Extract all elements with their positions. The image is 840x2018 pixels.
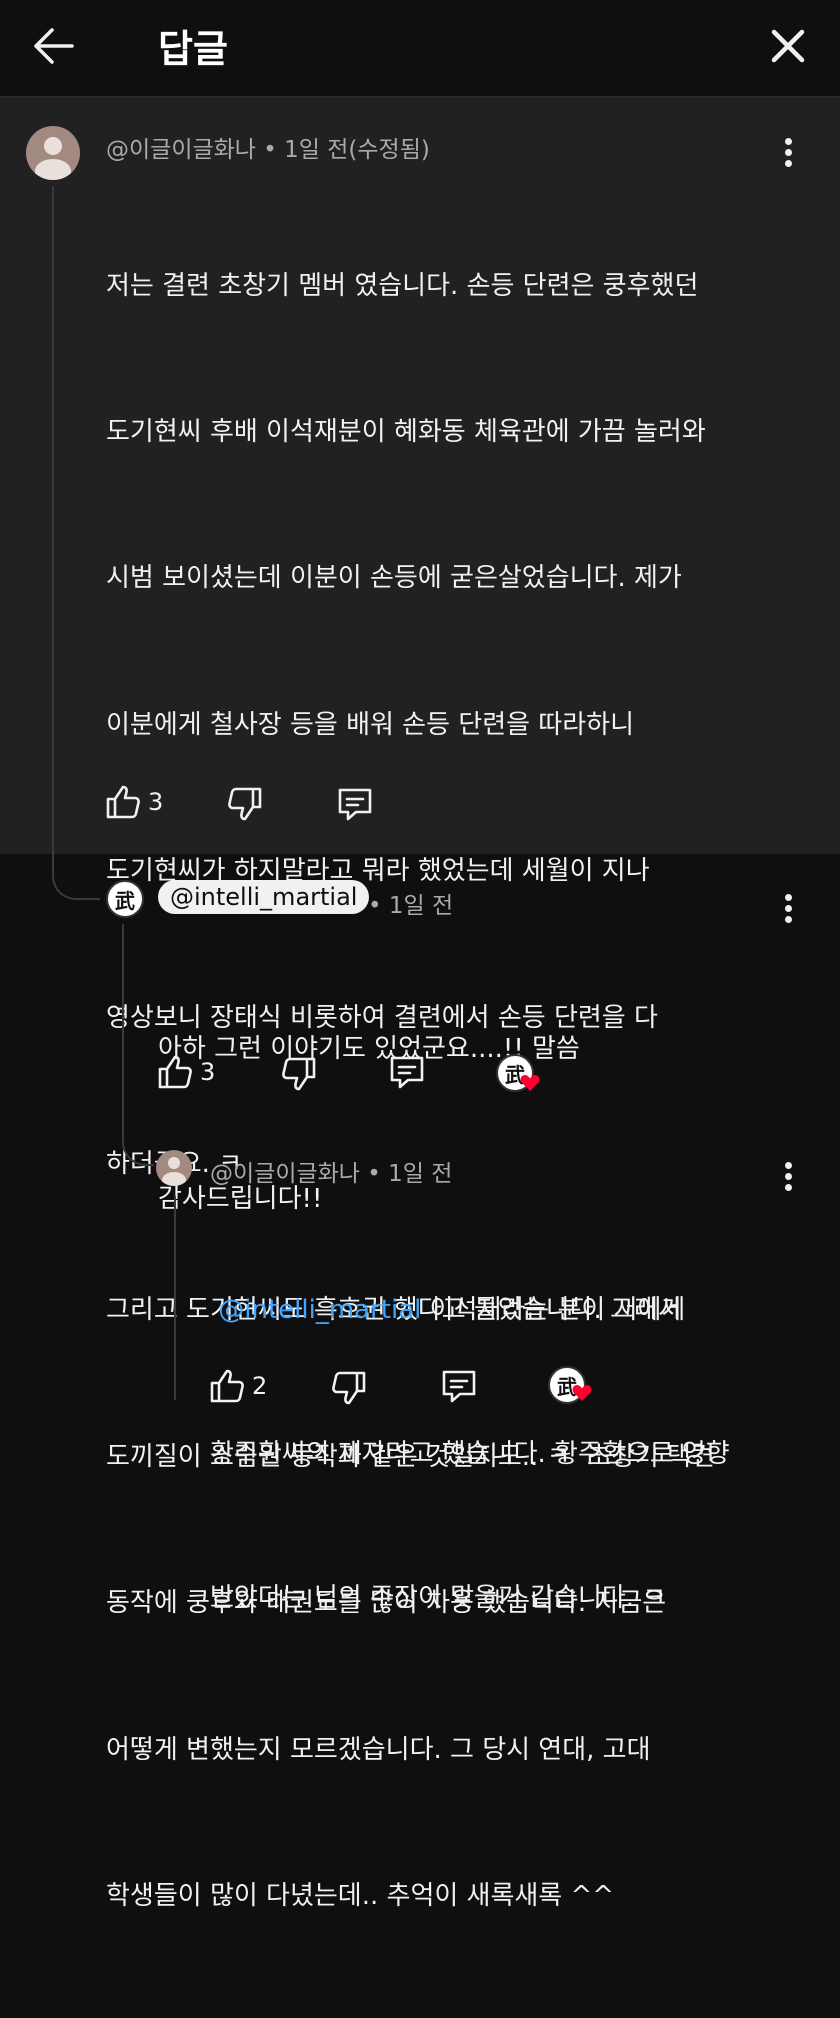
comment-line: 저는 결련 초창기 멤버 였습니다. 손등 단련은 쿵후했던 [106, 270, 699, 301]
comment-time: • 1일 전 [368, 893, 454, 919]
highlighted-comment: @이글이글화나 • 1일 전(수정됨) 저는 결련 초창기 멤버 였습니다. 손… [0, 98, 840, 1911]
more-vertical-icon[interactable] [783, 138, 793, 168]
author-name-badge[interactable]: @intelli_martial [158, 880, 370, 914]
thumbs-down-icon [228, 787, 262, 821]
reply-comment-icon [390, 1056, 424, 1089]
avatar[interactable]: 武 [106, 880, 144, 918]
reply-button[interactable] [336, 784, 374, 824]
like-count: 3 [148, 788, 164, 816]
thread-line [122, 924, 154, 1166]
dislike-button[interactable] [226, 784, 264, 824]
comment-line: 도기현씨 후배 이석재분이 혜화동 체육관에 가끔 놀러와 [106, 416, 706, 447]
like-count: 2 [252, 1372, 268, 1400]
comment-line: 시범 보이셨는데 이분이 손등에 굳은살었습니다. 제가 [106, 563, 682, 594]
reply-button[interactable] [440, 1366, 478, 1406]
avatar[interactable] [26, 126, 80, 180]
dislike-button[interactable] [280, 1054, 318, 1094]
reply-button[interactable] [388, 1052, 426, 1092]
close-icon[interactable] [766, 24, 810, 68]
comment-line: 학생들이 많이 다녔는데.. 추억이 새록새록 ^^ [106, 1880, 615, 1911]
more-vertical-icon[interactable] [783, 894, 793, 924]
creator-heart-icon [572, 1385, 592, 1401]
comment-line: 받았다는 님의 주장이 맞을거 같습니다. ㅋ [210, 1583, 667, 1613]
comment-meta: @이글이글화나 • 1일 전(수정됨) [106, 137, 430, 163]
thumbs-up-icon [210, 1369, 244, 1403]
comment-meta: @이글이글화나 • 1일 전 [210, 1161, 453, 1187]
mention-link[interactable]: @intelli_martial [218, 1295, 421, 1325]
arrow-left-icon[interactable] [30, 24, 78, 68]
comment-line: 이분에게 철사장 등을 배워 손등 단련을 따라하니 [106, 709, 634, 740]
comment-line: 어떻게 변했는지 모르겠습니다. 그 당시 연대, 고대 [106, 1734, 651, 1765]
comment-line: 황주환씨의 제자라고 했습니다. 황주환으로 영향 [210, 1439, 730, 1469]
like-count: 3 [200, 1058, 216, 1086]
like-button[interactable]: 2 [208, 1366, 267, 1406]
thumbs-up-icon [106, 785, 140, 819]
like-button[interactable]: 3 [156, 1052, 215, 1092]
thumbs-down-icon [282, 1057, 316, 1091]
thread-line [174, 1196, 176, 1400]
page-title: 답글 [158, 27, 228, 71]
reply-comment-icon [442, 1370, 476, 1403]
thumbs-up-icon [158, 1055, 192, 1089]
thread-line [52, 186, 100, 900]
like-button[interactable]: 3 [104, 782, 163, 822]
thumbs-down-icon [332, 1371, 366, 1405]
reply-comment-icon [338, 788, 372, 821]
dislike-button[interactable] [330, 1368, 368, 1408]
creator-heart-icon [520, 1075, 540, 1091]
header-bar: 답글 [0, 0, 840, 98]
avatar[interactable] [156, 1150, 192, 1186]
comment-body: @intelli_martial 이석재라는 분이 저에게 황주환씨의 제자라고… [210, 1190, 730, 1670]
more-vertical-icon[interactable] [783, 1162, 793, 1192]
comment-line: @intelli_martial 이석재라는 분이 저에게 [218, 1295, 686, 1325]
